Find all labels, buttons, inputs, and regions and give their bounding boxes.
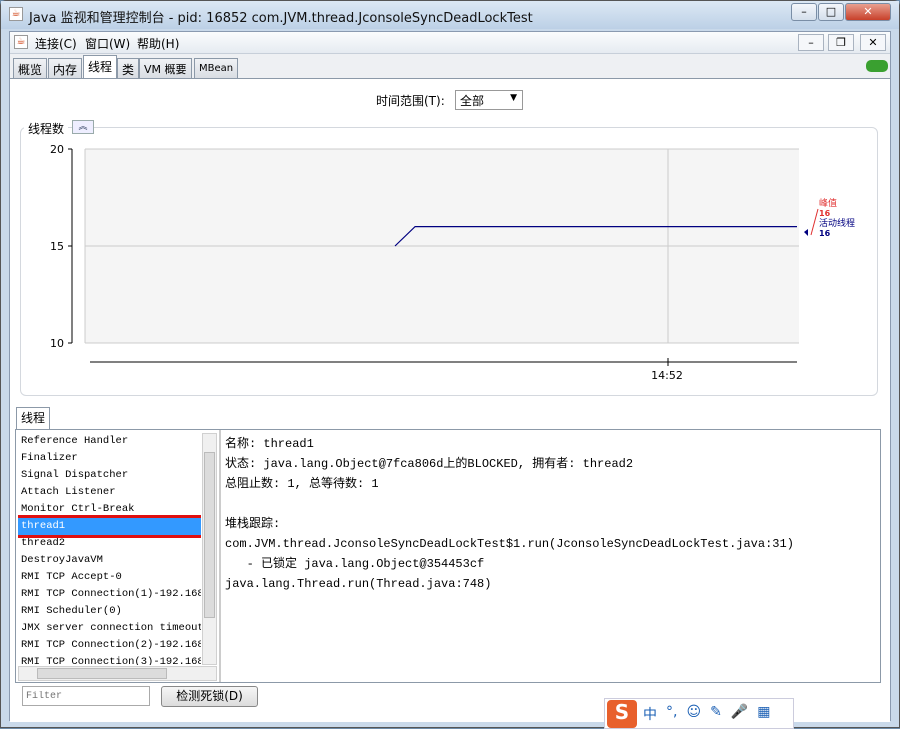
title-bar: ☕ Java 监视和管理控制台 - pid: 16852 com.JVM.thr… [1, 1, 899, 29]
thread-count-chart: 20151014:52峰值16活动线程16 [50, 143, 855, 382]
connection-status-icon [866, 60, 888, 72]
scrollbar-thumb[interactable] [204, 452, 215, 618]
threads-tab-content: 时间范围(T): 全部 ▼ 线程数 ︽ 20 15 10 14:52 峰值 16 活动线程 1… [10, 78, 890, 722]
punctuation-icon[interactable]: °, [666, 704, 677, 724]
thread-list-item[interactable]: RMI Scheduler(0) [18, 603, 201, 620]
frame-minimize-button[interactable]: – [798, 34, 824, 51]
emoji-icon[interactable]: ☺ [686, 704, 701, 724]
ime-toolbar: S 中 °, ☺ ✎ 🎤 ▦ [604, 698, 794, 729]
legend-live-label: 活动线程 [819, 217, 855, 229]
frame-restore-button[interactable]: ❐ [828, 34, 854, 51]
internal-frame: ☕ 连接(C) 窗口(W) 帮助(H) – ❐ ✕ 概览 内存 线程 类 VM … [9, 31, 891, 722]
thread-list-item[interactable]: Monitor Ctrl-Break [18, 501, 201, 518]
chinese-mode-icon[interactable]: 中 [643, 704, 657, 724]
detail-line: java.lang.Thread.run(Thread.java:748) [225, 577, 492, 591]
tab-classes[interactable]: 类 [117, 58, 140, 78]
thread-list-item[interactable]: thread1 [18, 515, 201, 538]
y-tick-label: 20 [50, 143, 64, 156]
detect-deadlock-button[interactable]: 检测死锁(D) [161, 686, 258, 707]
maximize-button[interactable]: □ [818, 3, 844, 21]
thread-list-item[interactable]: Reference Handler [18, 433, 201, 450]
tab-threads[interactable]: 线程 [83, 55, 118, 78]
thread-list-item[interactable]: RMI TCP Connection(1)-192.168. [18, 586, 201, 603]
y-tick-label: 15 [50, 240, 64, 253]
tab-threads-list[interactable]: 线程 [16, 407, 50, 429]
legend-peak-value: 16 [819, 209, 831, 218]
detail-line: - 已锁定 java.lang.Object@354453cf [225, 557, 485, 571]
close-button[interactable]: ✕ [845, 3, 891, 21]
legend-live-value: 16 [819, 229, 831, 238]
java-icon: ☕ [14, 35, 28, 49]
thread-list-item[interactable]: thread2 [18, 535, 201, 552]
microphone-icon[interactable]: 🎤 [731, 704, 748, 724]
thread-list-item[interactable]: RMI TCP Connection(3)-192.168. [18, 654, 201, 665]
frame-close-button[interactable]: ✕ [860, 34, 886, 51]
scrollbar-thumb[interactable] [37, 668, 167, 679]
threads-split-pane: Reference Handler Finalizer Signal Dispatc… [15, 429, 881, 683]
thread-list-item[interactable]: JMX server connection timeout [18, 620, 201, 637]
detail-line: com.JVM.thread.JconsoleSyncDeadLockTest$… [225, 537, 794, 551]
detail-line: 名称: thread1 [225, 437, 314, 451]
sogou-logo: S [607, 699, 637, 728]
app-window: ☕ Java 监视和管理控制台 - pid: 16852 com.JVM.thr… [0, 0, 900, 729]
thread-list-horizontal-scrollbar[interactable] [18, 666, 217, 681]
x-tick-label: 14:52 [651, 369, 683, 382]
menu-connection[interactable]: 连接(C) [35, 35, 77, 52]
menu-help[interactable]: 帮助(H) [137, 35, 179, 52]
detail-line [225, 494, 875, 514]
thread-list-item[interactable]: RMI TCP Accept-0 [18, 569, 201, 586]
tab-memory[interactable]: 内存 [48, 58, 83, 78]
java-icon: ☕ [9, 7, 23, 21]
thread-list-vertical-scrollbar[interactable] [202, 433, 217, 665]
thread-list-item[interactable]: RMI TCP Connection(2)-192.168. [18, 637, 201, 654]
thread-list-item[interactable]: DestroyJavaVM [18, 552, 201, 569]
tab-vm-summary[interactable]: VM 概要 [139, 58, 192, 78]
thread-list-item[interactable]: Attach Listener [18, 484, 201, 501]
window-title: Java 监视和管理控制台 - pid: 16852 com.JVM.threa… [29, 11, 533, 26]
detail-line: 堆栈跟踪: [225, 517, 281, 531]
legend-connector [810, 208, 819, 236]
thread-details: 名称: thread1 状态: java.lang.Object@7fca806d… [225, 434, 875, 674]
pen-icon[interactable]: ✎ [710, 704, 722, 724]
thread-list-item[interactable]: Finalizer [18, 450, 201, 467]
menu-window[interactable]: 窗口(W) [85, 35, 130, 52]
tab-overview[interactable]: 概览 [13, 58, 48, 78]
thread-filter-input[interactable] [22, 686, 150, 706]
menu-bar: ☕ 连接(C) 窗口(W) 帮助(H) – ❐ ✕ [10, 32, 890, 54]
split-divider[interactable] [219, 430, 221, 682]
minimize-button[interactable]: – [791, 3, 817, 21]
live-thread-marker-icon [804, 229, 808, 236]
y-tick-label: 10 [50, 337, 64, 350]
tab-mbean[interactable]: MBean [194, 58, 239, 78]
toolbox-icon[interactable]: ▦ [757, 704, 770, 724]
thread-list[interactable]: Reference Handler Finalizer Signal Dispatc… [18, 433, 201, 665]
legend-peak-label: 峰值 [819, 197, 837, 209]
thread-list-item[interactable]: Signal Dispatcher [18, 467, 201, 484]
detail-line: 总阻止数: 1, 总等待数: 1 [225, 477, 379, 491]
detail-line: 状态: java.lang.Object@7fca806d上的BLOCKED, … [225, 457, 634, 471]
